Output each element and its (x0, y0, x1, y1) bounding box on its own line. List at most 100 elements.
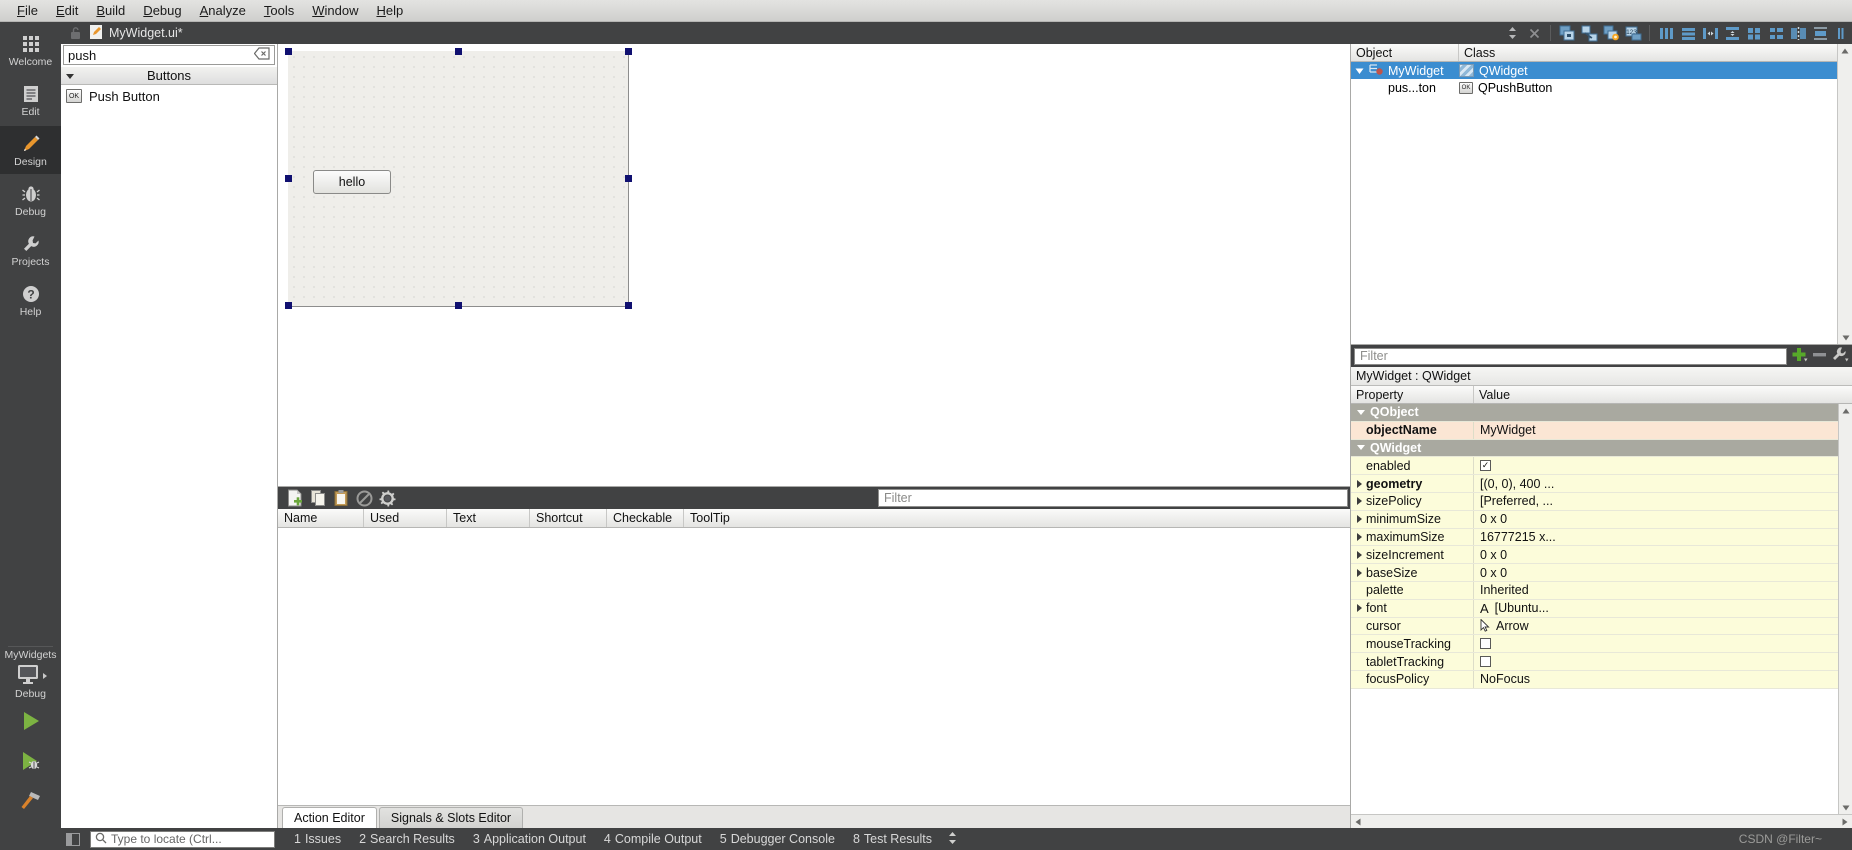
sidebar-item-help[interactable]: ? Help (0, 276, 61, 324)
status-pane-compile-output[interactable]: 4 Compile Output (595, 832, 711, 846)
property-row-font[interactable]: font A [Ubuntu... (1351, 599, 1852, 618)
scroll-up-arrow-icon[interactable] (1839, 404, 1852, 417)
chevron-right-icon[interactable] (1357, 532, 1362, 541)
scroll-left-arrow-icon[interactable] (1351, 815, 1365, 828)
resize-handle-middle-left[interactable] (285, 175, 292, 182)
enabled-checkbox[interactable]: ✓ (1480, 460, 1491, 472)
property-value[interactable]: Inherited (1474, 581, 1852, 599)
column-header-shortcut[interactable]: Shortcut (530, 509, 607, 527)
property-value[interactable]: [(0, 0), 400 ... (1474, 475, 1852, 492)
menu-file[interactable]: File (8, 1, 47, 20)
chevron-right-icon[interactable] (1357, 604, 1362, 613)
layout-grid-icon[interactable] (1744, 24, 1764, 42)
run-button[interactable] (0, 702, 61, 742)
wrench-dropdown-icon[interactable] (1831, 346, 1849, 366)
resize-handle-bottom-right[interactable] (625, 302, 632, 309)
form-canvas-area[interactable]: hello (278, 44, 1350, 486)
property-editor-vscrollbar[interactable] (1838, 404, 1852, 814)
property-value[interactable]: 0 x 0 (1474, 510, 1852, 528)
locate-input[interactable]: Type to locate (Ctrl... (90, 830, 275, 848)
property-row-cursor[interactable]: cursor Arrow (1351, 617, 1852, 636)
copy-icon[interactable] (308, 488, 328, 508)
column-header-text[interactable]: Text (447, 509, 530, 527)
chevron-right-icon[interactable] (1357, 479, 1362, 488)
widget-box-group-buttons[interactable]: Buttons (61, 66, 277, 85)
adjust-size-icon[interactable] (1810, 24, 1830, 42)
widget-box-filter[interactable]: push (63, 45, 275, 65)
debug-button[interactable] (0, 742, 61, 782)
property-row-minimumsize[interactable]: minimumSize 0 x 0 (1351, 510, 1852, 529)
minus-icon[interactable] (1812, 346, 1827, 366)
column-header-name[interactable]: Name (278, 509, 364, 527)
edit-signals-slots-icon[interactable] (1579, 24, 1599, 42)
more-tools-icon[interactable] (1832, 24, 1852, 42)
property-group-qobject[interactable]: QObject (1351, 404, 1852, 422)
property-row-objectname[interactable]: objectName MyWidget (1351, 421, 1852, 440)
layout-form-icon[interactable] (1766, 24, 1786, 42)
property-row-maximumsize[interactable]: maximumSize 16777215 x... (1351, 528, 1852, 547)
property-row-tablettracking[interactable]: tabletTracking (1351, 653, 1852, 671)
resize-handle-bottom-center[interactable] (455, 302, 462, 309)
property-value[interactable]: [Preferred, ... (1474, 492, 1852, 510)
menu-tools[interactable]: Tools (255, 1, 303, 20)
resize-handle-top-right[interactable] (625, 48, 632, 55)
property-group-qwidget[interactable]: QWidget (1351, 439, 1852, 458)
edit-widgets-icon[interactable] (1557, 24, 1577, 42)
column-header-property[interactable]: Property (1351, 386, 1474, 403)
scroll-down-arrow-icon[interactable] (1839, 801, 1852, 814)
form-widget-mywidget[interactable]: hello (288, 51, 629, 307)
chevron-right-icon[interactable] (1357, 497, 1362, 506)
object-tree-row-pushbutton[interactable]: pus...ton OK QPushButton (1351, 79, 1852, 96)
property-value[interactable]: 0 x 0 (1474, 564, 1852, 581)
chevron-right-icon[interactable] (1357, 550, 1362, 559)
scroll-up-arrow-icon[interactable] (1838, 44, 1852, 57)
resize-handle-middle-right[interactable] (625, 175, 632, 182)
property-filter-input[interactable]: Filter (1354, 347, 1787, 365)
sidebar-item-edit[interactable]: Edit (0, 76, 61, 124)
tablettracking-checkbox[interactable] (1480, 656, 1491, 668)
close-x-icon[interactable] (1524, 24, 1544, 42)
object-tree-row-mywidget[interactable]: MyWidget QWidget (1351, 62, 1852, 79)
sidebar-item-projects[interactable]: Projects (0, 226, 61, 274)
object-inspector-scrollbar[interactable] (1837, 44, 1852, 344)
output-pane-resize-icon[interactable] (941, 831, 964, 848)
layout-vertically-icon[interactable] (1678, 24, 1698, 42)
split-editor-icon[interactable] (1502, 24, 1522, 42)
action-editor-list[interactable] (278, 528, 1350, 788)
edit-tab-order-icon[interactable]: 123 (1623, 24, 1643, 42)
menu-edit[interactable]: Edit (47, 1, 87, 20)
property-value[interactable]: 0 x 0 (1474, 546, 1852, 564)
property-editor-hscrollbar[interactable] (1351, 814, 1852, 828)
resize-handle-top-center[interactable] (455, 48, 462, 55)
property-row-geometry[interactable]: geometry [(0, 0), 400 ... (1351, 475, 1852, 493)
kit-target-row[interactable] (15, 663, 47, 688)
column-header-used[interactable]: Used (364, 509, 447, 527)
chevron-right-icon[interactable] (1357, 568, 1362, 577)
tab-signals-slots-editor[interactable]: Signals & Slots Editor (378, 807, 524, 828)
layout-horizontally-icon[interactable] (1656, 24, 1676, 42)
menu-window[interactable]: Window (303, 1, 367, 20)
editor-file-chip[interactable]: MyWidget.ui* (89, 24, 183, 43)
column-header-class[interactable]: Class (1459, 44, 1839, 61)
status-pane-issues[interactable]: 1 Issues (285, 832, 350, 846)
layout-splitter-h-icon[interactable] (1700, 24, 1720, 42)
property-row-basesize[interactable]: baseSize 0 x 0 (1351, 564, 1852, 582)
new-action-icon[interactable] (285, 488, 305, 508)
property-value[interactable]: MyWidget (1474, 421, 1852, 439)
property-row-sizepolicy[interactable]: sizePolicy [Preferred, ... (1351, 492, 1852, 511)
action-editor-filter-input[interactable]: Filter (878, 489, 1348, 507)
property-row-focuspolicy[interactable]: focusPolicy NoFocus (1351, 670, 1852, 689)
status-pane-debugger-console[interactable]: 5 Debugger Console (711, 832, 844, 846)
property-value[interactable]: 16777215 x... (1474, 528, 1852, 546)
layout-splitter-v-icon[interactable] (1722, 24, 1742, 42)
property-row-enabled[interactable]: enabled ✓ (1351, 457, 1852, 476)
paste-icon[interactable] (331, 488, 351, 508)
property-row-sizeincrement[interactable]: sizeIncrement 0 x 0 (1351, 546, 1852, 565)
resize-handle-bottom-left[interactable] (285, 302, 292, 309)
menu-debug[interactable]: Debug (134, 1, 190, 20)
edit-action-icon[interactable] (377, 488, 397, 508)
mousetracking-checkbox[interactable] (1480, 638, 1491, 650)
menu-build[interactable]: Build (87, 1, 134, 20)
clear-field-icon[interactable] (253, 47, 270, 63)
sidebar-toggle-icon[interactable] (66, 832, 84, 846)
